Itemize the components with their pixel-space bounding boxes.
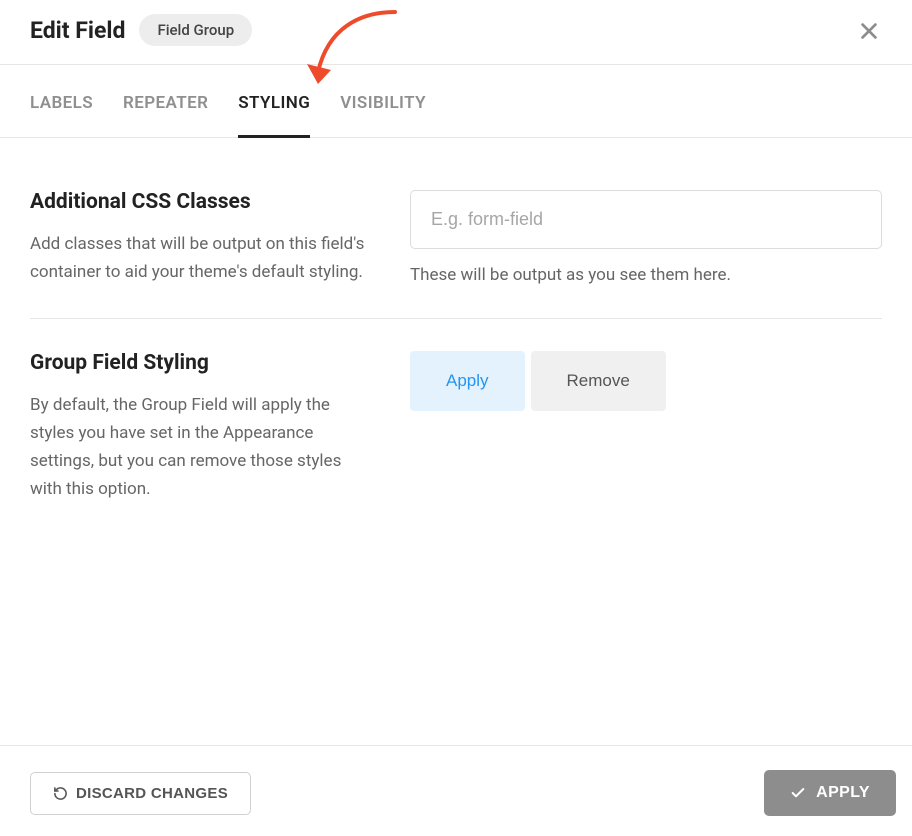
section-css-classes: Additional CSS Classes Add classes that … xyxy=(30,158,882,318)
apply-button[interactable]: APPLY xyxy=(764,770,896,816)
tab-visibility[interactable]: VISIBILITY xyxy=(340,65,426,137)
check-icon xyxy=(790,785,806,801)
section-title: Group Field Styling xyxy=(30,351,370,375)
css-classes-input[interactable] xyxy=(410,190,882,249)
tab-content: Additional CSS Classes Add classes that … xyxy=(0,138,912,745)
apply-label: APPLY xyxy=(816,784,870,802)
tab-repeater[interactable]: REPEATER xyxy=(123,65,208,137)
section-control: These will be output as you see them her… xyxy=(410,190,882,286)
section-info: Additional CSS Classes Add classes that … xyxy=(30,190,370,286)
discard-label: DISCARD CHANGES xyxy=(76,785,228,802)
modal-header: Edit Field Field Group xyxy=(0,0,912,65)
section-info: Group Field Styling By default, the Grou… xyxy=(30,351,370,503)
tab-bar: LABELS REPEATER STYLING VISIBILITY xyxy=(0,65,912,138)
close-icon xyxy=(858,20,880,42)
modal-footer: DISCARD CHANGES APPLY xyxy=(0,745,912,836)
close-button[interactable] xyxy=(858,20,882,44)
section-title: Additional CSS Classes xyxy=(30,190,370,214)
tab-labels[interactable]: LABELS xyxy=(30,65,93,137)
input-hint: These will be output as you see them her… xyxy=(410,265,882,285)
apply-styling-button[interactable]: Apply xyxy=(410,351,525,411)
edit-field-modal: Edit Field Field Group LABELS REPEATER S… xyxy=(0,0,912,836)
section-description: Add classes that will be output on this … xyxy=(30,230,370,286)
discard-changes-button[interactable]: DISCARD CHANGES xyxy=(30,772,251,815)
undo-icon xyxy=(53,786,68,801)
styling-toggle-group: Apply Remove xyxy=(410,351,882,411)
remove-styling-button[interactable]: Remove xyxy=(531,351,666,411)
field-type-badge: Field Group xyxy=(139,14,252,46)
modal-title: Edit Field xyxy=(30,17,125,44)
section-control: Apply Remove xyxy=(410,351,882,503)
section-description: By default, the Group Field will apply t… xyxy=(30,391,370,503)
section-group-field-styling: Group Field Styling By default, the Grou… xyxy=(30,318,882,535)
tab-styling[interactable]: STYLING xyxy=(238,65,310,137)
